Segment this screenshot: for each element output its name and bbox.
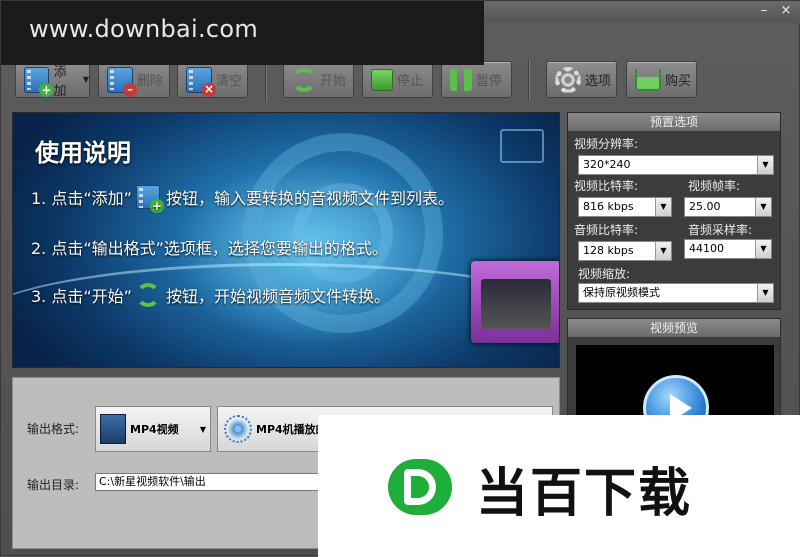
- clear-list-icon: [186, 66, 216, 97]
- refresh-icon: [292, 67, 316, 92]
- video-format-icon: [100, 414, 126, 444]
- scale-value: 保持原视频模式: [583, 286, 660, 299]
- framerate-value: 25.00: [689, 200, 721, 213]
- resolution-label: 视频分辨率:: [574, 137, 639, 151]
- toolbar-divider: [528, 59, 529, 101]
- output-format-value: MP4视频: [130, 423, 179, 436]
- preset-options-header: 预置选项: [568, 113, 780, 131]
- chevron-down-icon[interactable]: ▼: [83, 75, 89, 84]
- step-2-text: 2. 点击“输出格式”选项框，选择您要输出的格式。: [31, 239, 388, 258]
- scale-select[interactable]: 保持原视频模式 ▼: [578, 283, 774, 303]
- video-preview-header: 视频预览: [568, 319, 780, 337]
- site-logo-overlay: 当百下载: [318, 415, 800, 557]
- step-1-text-a: 1. 点击“添加”: [31, 189, 132, 208]
- samplerate-select[interactable]: 44100 ▼: [684, 239, 772, 259]
- pause-button[interactable]: 暂停: [441, 61, 512, 98]
- instruction-step-2: 2. 点击“输出格式”选项框，选择您要输出的格式。: [31, 235, 388, 259]
- instruction-step-3: 3. 点击“开始” 按钮，开始视频音频文件转换。: [31, 283, 390, 307]
- pause-icon: [450, 68, 472, 91]
- output-format-label: 输出格式:: [27, 422, 80, 436]
- add-file-icon: [135, 185, 164, 213]
- video-bitrate-value: 816 kbps: [583, 200, 634, 213]
- pause-button-label: 暂停: [476, 74, 503, 89]
- add-button[interactable]: 添加 ▼: [15, 61, 90, 99]
- folder-icon: [471, 261, 559, 343]
- output-device-value: MP4机播放的: [256, 423, 327, 436]
- scale-label: 视频缩放:: [578, 267, 631, 281]
- audio-bitrate-select[interactable]: 128 kbps ▼: [578, 241, 672, 261]
- delete-button-label: 删除: [137, 74, 164, 89]
- video-bitrate-label: 视频比特率:: [574, 179, 639, 193]
- samplerate-value: 44100: [689, 242, 724, 255]
- close-button[interactable]: ×: [777, 3, 795, 19]
- options-button-label: 选项: [585, 74, 612, 89]
- chevron-down-icon: ▼: [199, 424, 206, 434]
- delete-file-icon: [107, 66, 137, 97]
- minimize-button[interactable]: –: [755, 3, 773, 19]
- clear-button[interactable]: 清空: [177, 61, 248, 98]
- chevron-down-icon: ▼: [755, 198, 771, 216]
- toolbar-divider: [265, 59, 266, 101]
- add-file-icon: [24, 66, 54, 97]
- chevron-down-icon: ▼: [757, 156, 773, 174]
- watermark-banner: www.downbai.com: [1, 1, 484, 65]
- chevron-down-icon: ▼: [655, 242, 671, 260]
- video-preview-panel: 视频预览: [567, 318, 781, 425]
- instruction-step-1: 1. 点击“添加” 按钮，输入要转换的音视频文件到列表。: [31, 185, 454, 213]
- stop-button-label: 停止: [397, 74, 424, 89]
- window-controls: – ×: [755, 3, 795, 19]
- add-button-label: 添加: [53, 64, 67, 99]
- video-bitrate-select[interactable]: 816 kbps ▼: [578, 197, 672, 217]
- samplerate-label: 音频采样率:: [688, 223, 753, 237]
- stop-icon: [371, 68, 393, 91]
- step-3-text-b: 按钮，开始视频音频文件转换。: [165, 287, 390, 306]
- start-button-label: 开始: [320, 74, 347, 89]
- chevron-down-icon: ▼: [757, 284, 773, 302]
- output-format-select[interactable]: MP4视频 ▼: [95, 406, 211, 452]
- video-preview-area: [576, 345, 774, 425]
- clear-button-label: 清空: [216, 74, 243, 89]
- step-1-text-b: 按钮，输入要转换的音视频文件到列表。: [165, 189, 454, 208]
- buy-button[interactable]: 购买: [626, 61, 697, 98]
- device-icon: [224, 415, 252, 443]
- instructions-banner: 使用说明 1. 点击“添加” 按钮，输入要转换的音视频文件到列表。 2. 点击“…: [12, 112, 560, 368]
- preset-options-panel: 预置选项 视频分辨率: 320*240 ▼ 视频比特率: 视频帧率: 816 k…: [567, 112, 781, 310]
- gear-icon: [555, 66, 581, 93]
- audio-bitrate-value: 128 kbps: [583, 244, 634, 257]
- chevron-down-icon: ▼: [655, 198, 671, 216]
- audio-bitrate-label: 音频比特率:: [574, 223, 639, 237]
- stop-button[interactable]: 停止: [362, 61, 433, 98]
- output-dir-label: 输出目录:: [27, 478, 80, 492]
- instructions-title: 使用说明: [35, 139, 131, 167]
- logo-text: 当百下载: [476, 464, 693, 524]
- chevron-down-icon: ▼: [755, 240, 771, 258]
- logo-d-icon: [388, 459, 452, 515]
- cart-icon: [635, 68, 661, 91]
- resolution-value: 320*240: [583, 158, 631, 171]
- app-window: – × 添加 ▼ 删除 清空 开始 停止 暂停: [0, 0, 800, 557]
- step-3-text-a: 3. 点击“开始”: [31, 287, 132, 306]
- buy-button-label: 购买: [665, 74, 692, 89]
- framerate-select[interactable]: 25.00 ▼: [684, 197, 772, 217]
- delete-button[interactable]: 删除: [98, 61, 170, 98]
- film-strip-icon: [500, 129, 544, 163]
- refresh-icon: [135, 283, 160, 307]
- framerate-label: 视频帧率:: [688, 179, 741, 193]
- resolution-select[interactable]: 320*240 ▼: [578, 155, 774, 175]
- options-button[interactable]: 选项: [546, 61, 617, 98]
- start-button[interactable]: 开始: [283, 61, 354, 98]
